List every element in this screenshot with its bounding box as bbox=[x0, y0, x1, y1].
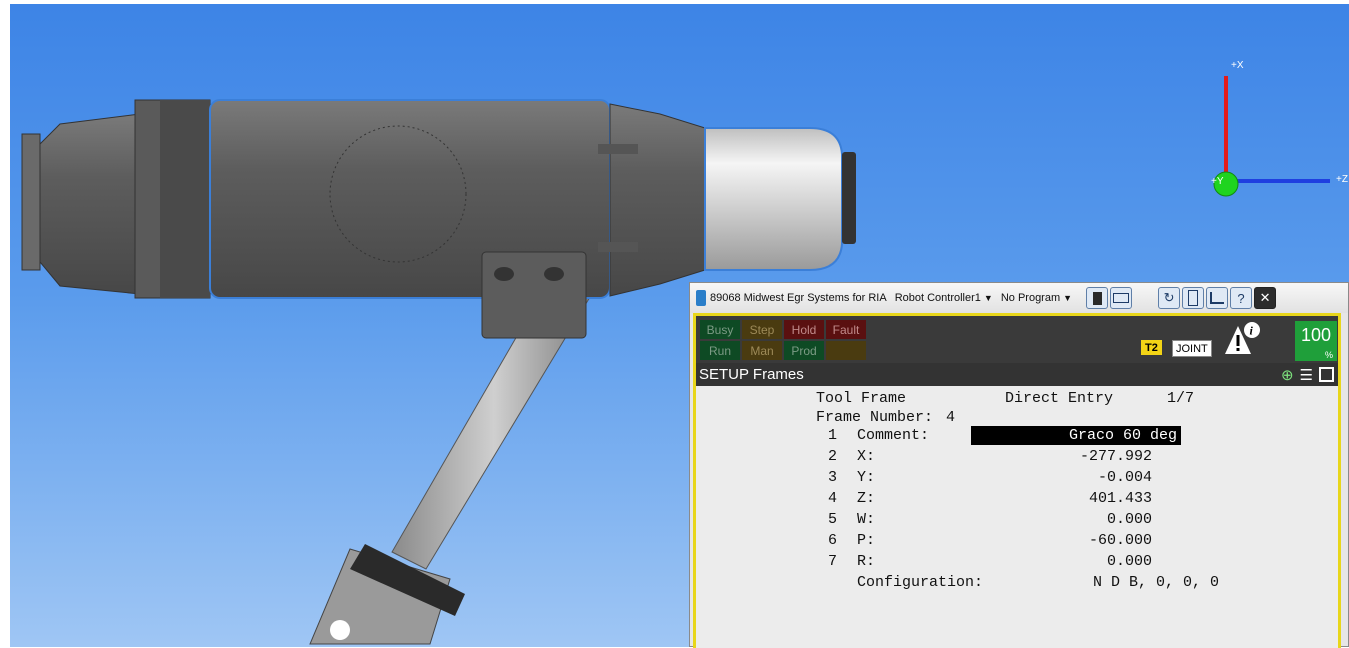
help-icon: ? bbox=[1237, 290, 1245, 306]
frame-type-label: Tool Frame bbox=[816, 390, 907, 407]
frame-setup-content[interactable]: Tool Frame Direct Entry 1/7 Frame Number… bbox=[696, 386, 1338, 648]
configuration-value[interactable]: N D B, 0, 0, 0 bbox=[1093, 574, 1219, 591]
program-selector-dropdown[interactable]: No Program ▼ bbox=[1001, 292, 1072, 304]
w-value-field[interactable]: 0.000 bbox=[996, 511, 1152, 528]
row-label-w: W: bbox=[857, 511, 876, 528]
led-fault: Fault bbox=[826, 320, 866, 339]
row-number: 4 bbox=[827, 490, 837, 507]
axis-y-label: +Y bbox=[1211, 176, 1224, 187]
program-selector-label: No Program bbox=[1000, 292, 1061, 304]
chevron-down-icon: ▼ bbox=[983, 293, 993, 303]
teach-pendant-icon bbox=[696, 290, 706, 306]
row-number: 5 bbox=[827, 511, 837, 528]
screen-header: SETUP Frames ⊕ ☰ bbox=[696, 363, 1338, 386]
r-value-field[interactable]: 0.000 bbox=[996, 553, 1152, 570]
led-run: Run bbox=[700, 341, 740, 360]
screen-title: SETUP Frames bbox=[699, 366, 804, 383]
led-empty bbox=[826, 341, 866, 360]
page-indicator: 1/7 bbox=[1167, 390, 1195, 407]
axis-x-label: +X bbox=[1231, 60, 1244, 71]
led-prod: Prod bbox=[784, 341, 824, 360]
move-icon bbox=[1210, 292, 1225, 304]
menu-icon[interactable]: ☰ bbox=[1300, 366, 1313, 384]
led-busy: Busy bbox=[700, 320, 740, 339]
teach-pendant-window: 89068 Midwest Egr Systems for RIA Robot … bbox=[689, 282, 1349, 648]
robot-selector-dropdown[interactable]: Robot Controller1 ▼ bbox=[895, 292, 993, 304]
comment-field[interactable]: Graco 60 deg bbox=[971, 426, 1181, 445]
override-unit: % bbox=[1324, 350, 1333, 360]
frame-number-label: Frame Number: bbox=[816, 409, 934, 426]
row-label-y: Y: bbox=[857, 469, 876, 486]
frame-number-value: 4 bbox=[946, 409, 956, 426]
axis-z-label: +Z bbox=[1336, 174, 1348, 185]
tool-icon bbox=[1188, 290, 1199, 306]
pendant-screen-frame: Busy Step Hold Fault Run Man Prod T2 JOI… bbox=[693, 313, 1341, 648]
close-icon: ✕ bbox=[1259, 290, 1271, 305]
x-value-field[interactable]: -277.992 bbox=[996, 448, 1152, 465]
row-label-x: X: bbox=[857, 448, 876, 465]
close-button[interactable]: ✕ bbox=[1254, 287, 1277, 309]
help-button[interactable]: ? bbox=[1230, 287, 1253, 309]
teach-pendant-icon bbox=[1092, 291, 1102, 305]
entry-method-label: Direct Entry bbox=[1005, 390, 1114, 407]
move-button[interactable] bbox=[1206, 287, 1229, 309]
chevron-down-icon: ▼ bbox=[1063, 293, 1073, 303]
robot-selector-label: Robot Controller1 bbox=[894, 292, 981, 304]
speed-override-button[interactable]: 100 % bbox=[1295, 321, 1337, 361]
refresh-icon: ↻ bbox=[1163, 290, 1175, 305]
y-value-field[interactable]: -0.004 bbox=[996, 469, 1152, 486]
row-label-r: R: bbox=[857, 553, 876, 570]
pendant-titlebar: 89068 Midwest Egr Systems for RIA Robot … bbox=[690, 283, 1348, 313]
row-number: 3 bbox=[827, 469, 837, 486]
alarm-warning-icon[interactable]: i bbox=[1224, 320, 1262, 358]
mode-badge: T2 bbox=[1141, 340, 1162, 355]
led-step: Step bbox=[742, 320, 782, 339]
coord-badge[interactable]: JOINT bbox=[1172, 340, 1212, 357]
keyboard-icon bbox=[1113, 293, 1130, 303]
led-hold: Hold bbox=[784, 320, 824, 339]
configuration-label: Configuration: bbox=[857, 574, 984, 591]
override-value: 100 bbox=[1300, 325, 1332, 345]
axis-triad: +X +Y +Z bbox=[1211, 60, 1348, 197]
refresh-button[interactable]: ↻ bbox=[1158, 287, 1181, 309]
row-label-z: Z: bbox=[857, 490, 876, 507]
tool-button[interactable] bbox=[1182, 287, 1205, 309]
row-number: 1 bbox=[827, 427, 837, 444]
led-man: Man bbox=[742, 341, 782, 360]
p-value-field[interactable]: -60.000 bbox=[996, 532, 1152, 549]
zoom-in-icon[interactable]: ⊕ bbox=[1281, 366, 1294, 384]
layout-icon[interactable] bbox=[1319, 367, 1334, 382]
z-value-field[interactable]: 401.433 bbox=[996, 490, 1152, 507]
row-number: 7 bbox=[827, 553, 837, 570]
row-number: 2 bbox=[827, 448, 837, 465]
controller-title: 89068 Midwest Egr Systems for RIA bbox=[710, 292, 887, 304]
pendant-view-button[interactable] bbox=[1086, 287, 1109, 309]
keyboard-button[interactable] bbox=[1110, 287, 1133, 309]
row-label-comment: Comment: bbox=[857, 427, 930, 444]
row-number: 6 bbox=[827, 532, 837, 549]
status-bar: Busy Step Hold Fault Run Man Prod T2 JOI… bbox=[696, 316, 1338, 363]
row-label-p: P: bbox=[857, 532, 876, 549]
